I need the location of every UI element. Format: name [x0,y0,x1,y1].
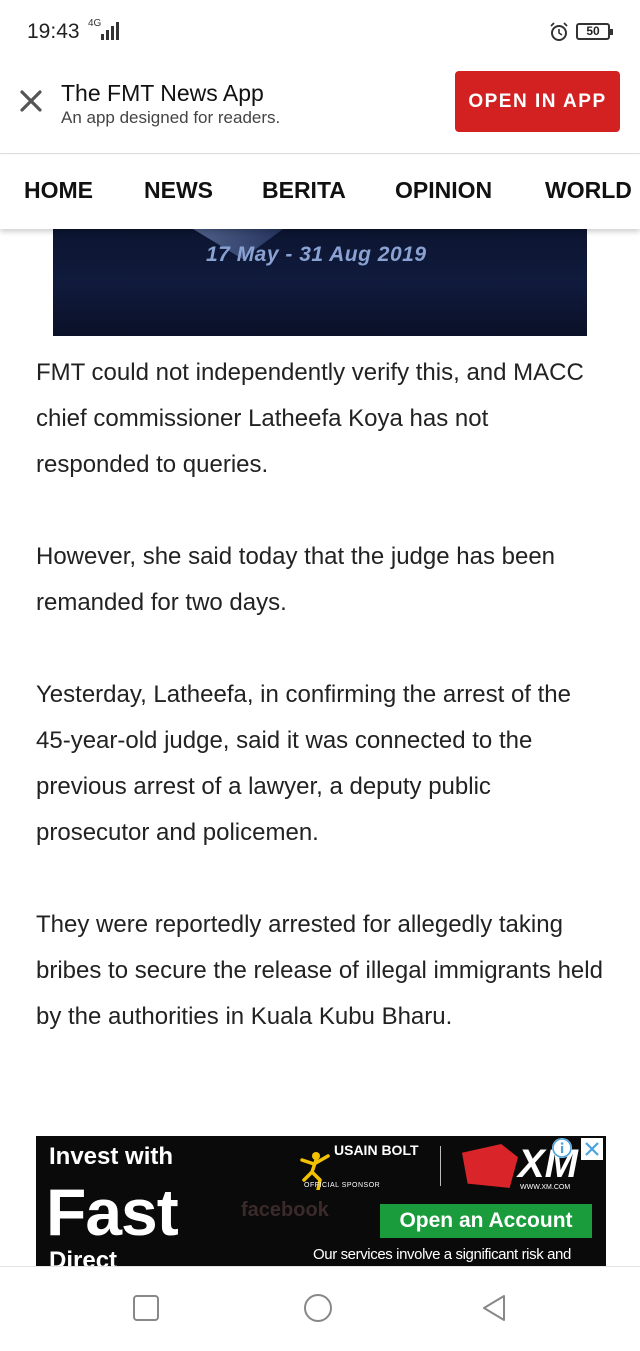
xm-logo-icon [462,1144,518,1188]
image-date-text: 17 May - 31 Aug 2019 [206,243,427,266]
battery-icon: 50 [576,23,613,40]
ad-sponsor-text: OFFICIAL SPONSOR [304,1182,381,1189]
ad-url: WWW.XM.COM [520,1184,571,1191]
article-paragraph: FMT could not independently verify this,… [36,359,584,478]
home-icon[interactable] [303,1293,333,1323]
ad-headline-cut: Direct [49,1247,118,1267]
ad-background-text: facebook [241,1199,329,1221]
ad-headline: Invest with [49,1143,174,1170]
back-icon[interactable] [479,1293,509,1323]
signal-icon [101,22,119,40]
article-image: 17 May - 31 Aug 2019 [53,229,587,336]
open-account-button[interactable]: Open an Account [380,1204,592,1238]
nav-item-opinion[interactable]: OPINION [395,177,492,204]
status-bar: 19:43 4G 50 [0,0,640,64]
ad-close-icon[interactable] [581,1138,603,1160]
ad-divider [440,1146,441,1186]
article-paragraph: Yesterday, Latheefa, in confirming the a… [36,681,571,846]
recents-icon[interactable] [131,1293,161,1323]
banner-subtitle: An app designed for readers. [61,108,281,127]
nav-item-home[interactable]: HOME [24,177,93,204]
nav-item-world[interactable]: WORLD [545,177,632,204]
article-paragraph: They were reportedly arrested for allege… [36,911,603,1030]
nav-item-news[interactable]: NEWS [144,177,213,204]
info-icon[interactable] [552,1138,572,1158]
system-nav-bar [0,1266,640,1351]
article-body: FMT could not independently verify this,… [36,350,606,1086]
main-nav: HOME NEWS BERITA OPINION WORLD [0,155,640,229]
ad-headline-large: Fast [46,1175,179,1249]
open-in-app-button[interactable]: OPEN IN APP [455,71,620,132]
status-time: 19:43 [27,20,80,43]
app-install-banner: The FMT News App An app designed for rea… [0,64,640,154]
nav-item-berita[interactable]: BERITA [262,177,346,204]
article-paragraph: However, she said today that the judge h… [36,543,556,616]
advertisement[interactable]: facebook Invest with Fast Direct USAIN B… [36,1136,606,1267]
banner-title: The FMT News App [61,80,264,106]
ad-usain-logo: USAIN BOLT [334,1142,419,1158]
alarm-icon [550,22,568,41]
close-icon[interactable] [18,88,44,114]
ad-disclaimer: Our services involve a significant risk … [313,1246,571,1263]
